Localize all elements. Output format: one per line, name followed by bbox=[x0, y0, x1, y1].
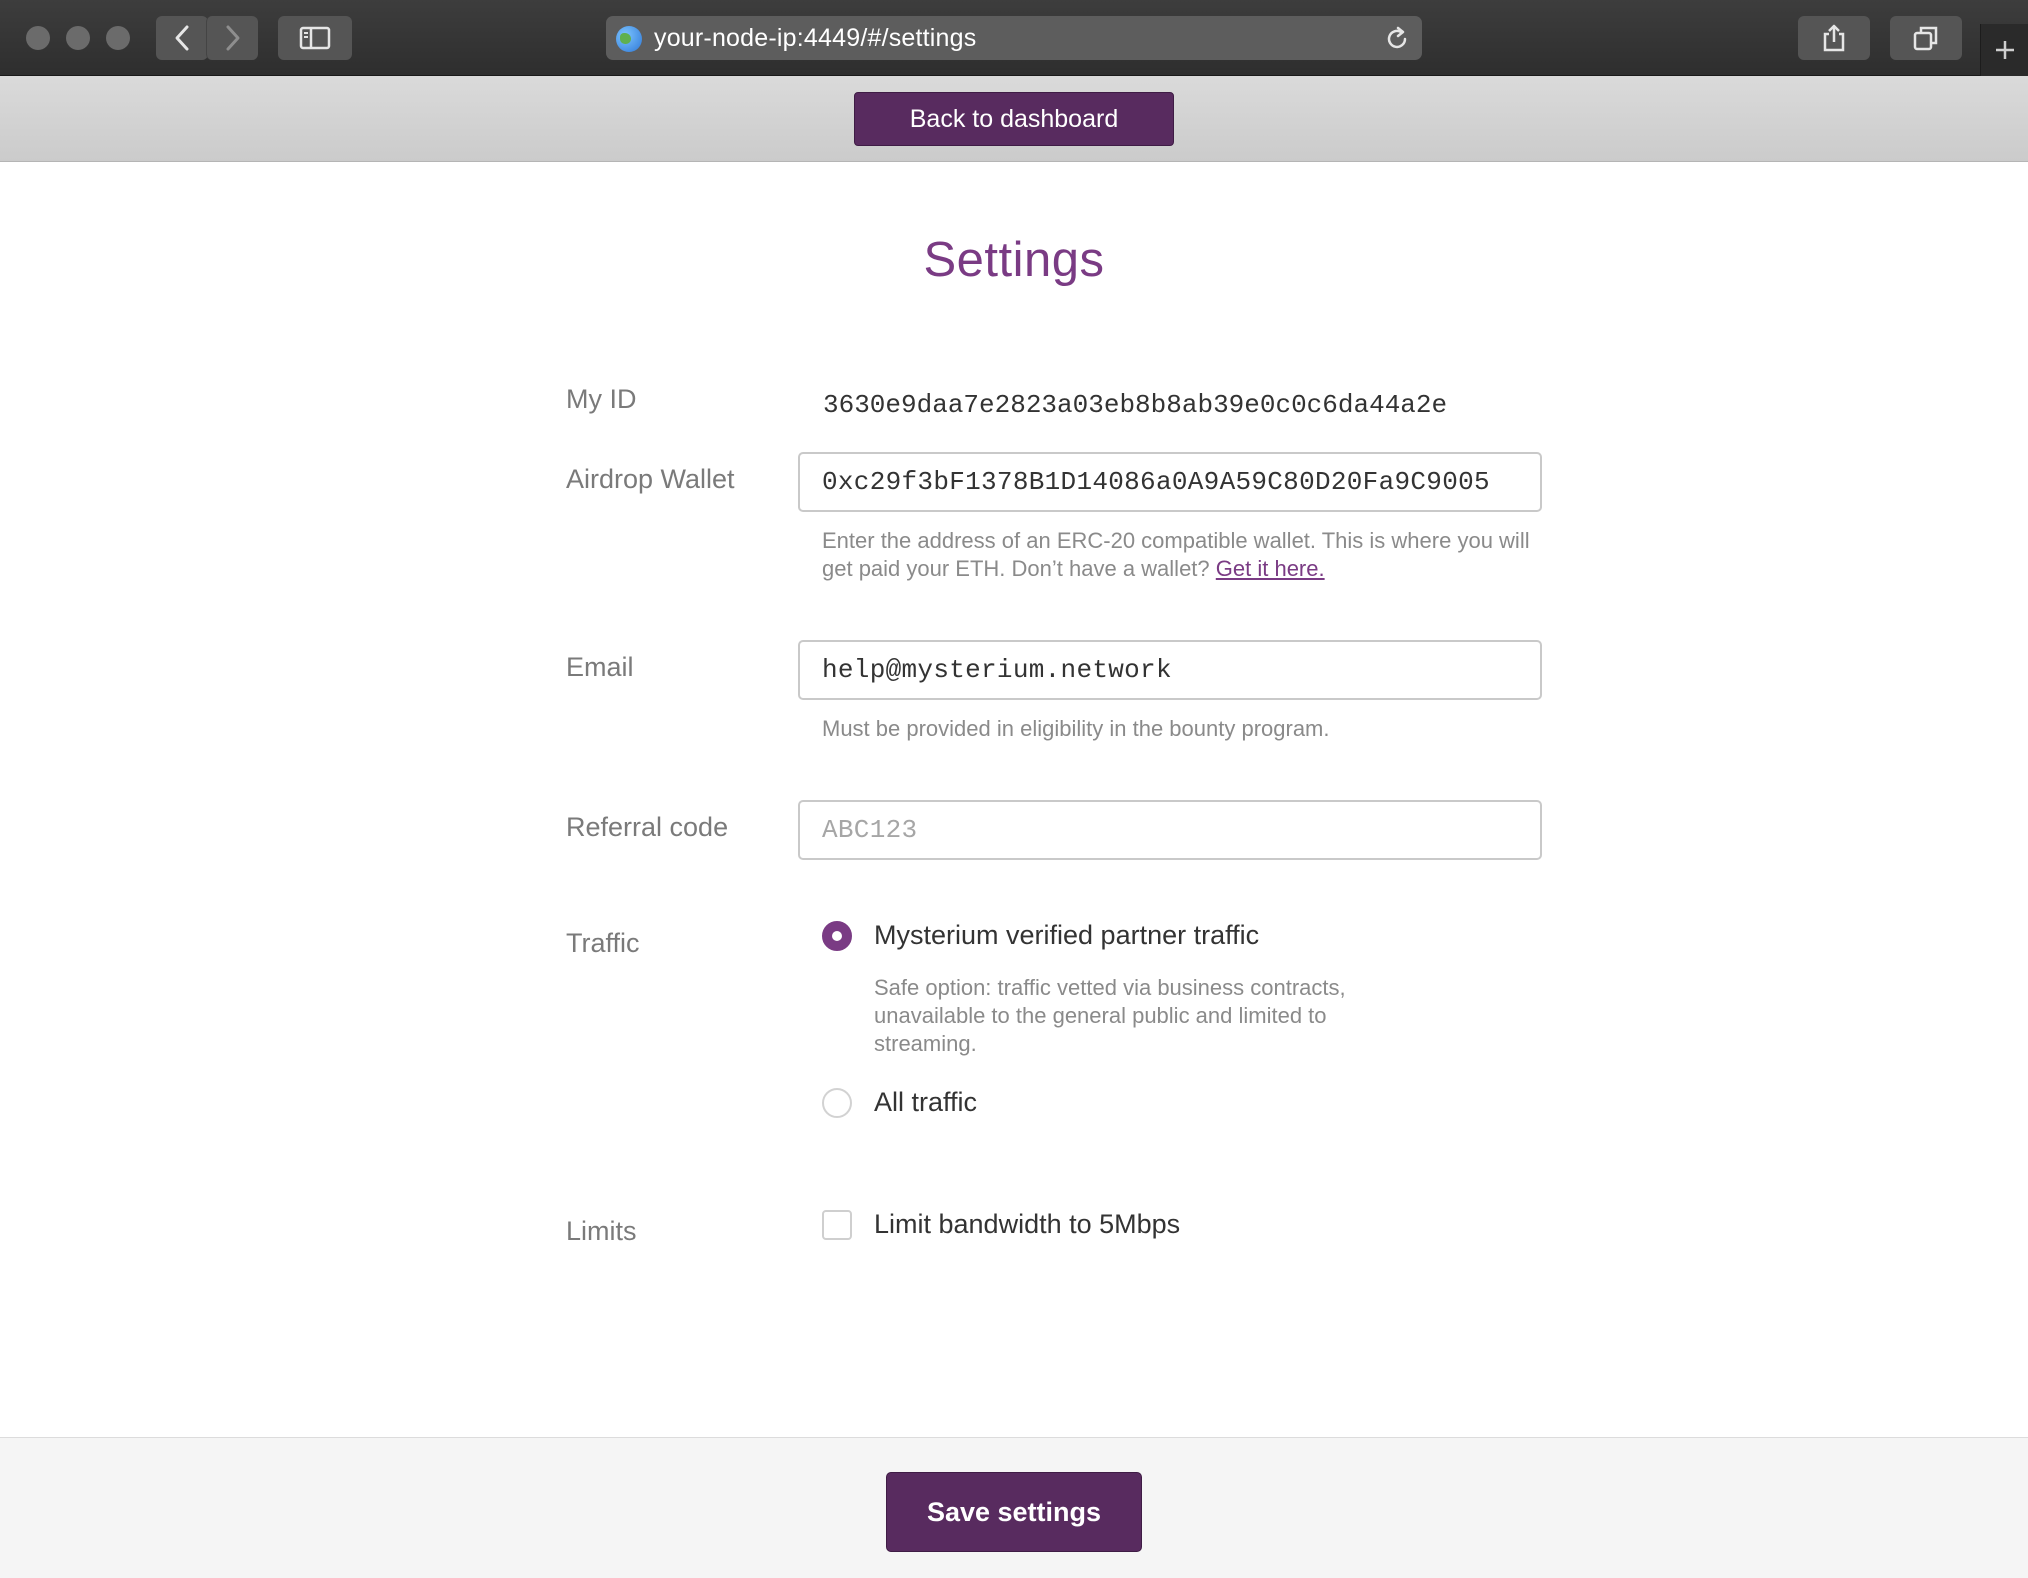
browser-back-button[interactable] bbox=[156, 16, 208, 60]
back-to-dashboard-button[interactable]: Back to dashboard bbox=[854, 92, 1174, 146]
new-tab-button[interactable] bbox=[1980, 24, 2028, 76]
email-label: Email bbox=[566, 652, 634, 682]
limits-label: Limits bbox=[566, 1216, 637, 1246]
plus-icon bbox=[1995, 41, 2014, 59]
chevron-left-icon bbox=[175, 25, 189, 51]
airdrop-wallet-input[interactable] bbox=[800, 454, 1540, 510]
my-id-label: My ID bbox=[566, 384, 637, 414]
email-input[interactable] bbox=[800, 642, 1540, 698]
traffic-label: Traffic bbox=[566, 928, 640, 958]
traffic-option-partner[interactable]: Mysterium verified partner traffic bbox=[822, 920, 1259, 951]
partner-traffic-description: Safe option: traffic vetted via business… bbox=[874, 975, 1346, 1056]
share-button[interactable] bbox=[1798, 16, 1870, 60]
airdrop-wallet-hint: Enter the address of an ERC-20 compatibl… bbox=[822, 527, 1562, 583]
reload-icon[interactable] bbox=[1384, 26, 1410, 52]
airdrop-wallet-label: Airdrop Wallet bbox=[566, 464, 735, 494]
chevron-right-icon bbox=[226, 25, 239, 51]
email-field[interactable] bbox=[798, 640, 1542, 700]
share-icon bbox=[1823, 24, 1845, 52]
page-title: Settings bbox=[923, 233, 1105, 287]
sidebar-icon bbox=[299, 26, 331, 50]
limit-bandwidth-option[interactable]: Limit bandwidth to 5Mbps bbox=[822, 1209, 1180, 1240]
sidebar-toggle-button[interactable] bbox=[278, 16, 352, 60]
all-traffic-radio[interactable] bbox=[822, 1087, 852, 1118]
traffic-option-all[interactable]: All traffic bbox=[822, 1087, 977, 1118]
top-bar: Back to dashboard bbox=[0, 76, 2028, 162]
airdrop-wallet-field[interactable] bbox=[798, 452, 1542, 512]
address-bar[interactable]: your-node-ip:4449/#/settings bbox=[606, 16, 1422, 60]
referral-code-input[interactable] bbox=[800, 802, 1540, 858]
browser-forward-button[interactable] bbox=[206, 16, 258, 60]
save-settings-button[interactable]: Save settings bbox=[886, 1472, 1142, 1552]
footer-bar: Save settings bbox=[0, 1437, 2028, 1578]
airdrop-wallet-hint-text: Enter the address of an ERC-20 compatibl… bbox=[822, 528, 1530, 581]
browser-toolbar: your-node-ip:4449/#/settings bbox=[0, 0, 2028, 76]
my-id-value: 3630e9daa7e2823a03eb8b8ab39e0c0c6da44a2e bbox=[823, 390, 1448, 420]
limit-bandwidth-label: Limit bandwidth to 5Mbps bbox=[874, 1209, 1181, 1239]
get-wallet-link[interactable]: Get it here. bbox=[1216, 556, 1325, 581]
url-text: your-node-ip:4449/#/settings bbox=[654, 24, 977, 52]
tabs-icon bbox=[1913, 26, 1938, 51]
limit-bandwidth-checkbox[interactable] bbox=[822, 1209, 852, 1240]
partner-traffic-radio[interactable] bbox=[822, 920, 852, 951]
tabs-overview-button[interactable] bbox=[1890, 16, 1962, 60]
partner-traffic-label: Mysterium verified partner traffic bbox=[874, 920, 1260, 950]
close-window-icon[interactable] bbox=[26, 26, 50, 50]
globe-icon bbox=[616, 26, 642, 52]
email-hint: Must be provided in eligibility in the b… bbox=[822, 716, 1330, 741]
referral-code-field[interactable] bbox=[798, 800, 1542, 860]
all-traffic-label: All traffic bbox=[874, 1087, 978, 1117]
zoom-window-icon[interactable] bbox=[106, 26, 130, 50]
minimize-window-icon[interactable] bbox=[66, 26, 90, 50]
referral-code-label: Referral code bbox=[566, 812, 729, 842]
